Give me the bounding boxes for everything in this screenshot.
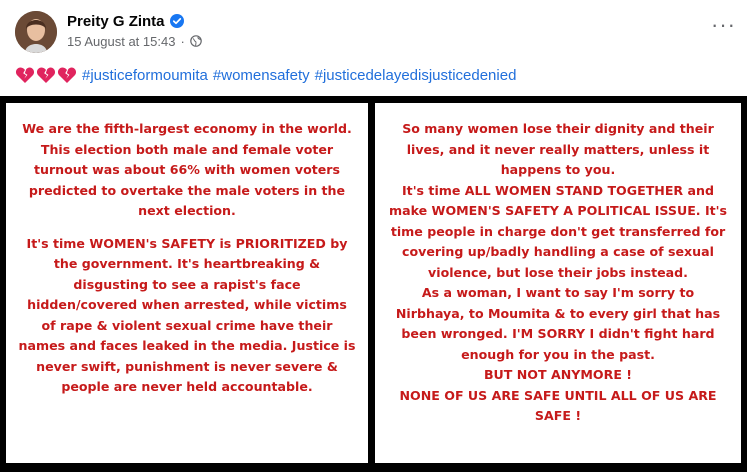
broken-heart-icon xyxy=(36,66,56,84)
post-meta: 15 August at 15:43 · xyxy=(67,33,202,49)
broken-heart-icon xyxy=(57,66,77,84)
post-image[interactable]: We are the fifth-largest economy in the … xyxy=(0,96,747,472)
right-paragraph-2: It's time ALL WOMEN STAND TOGETHER and m… xyxy=(388,182,728,280)
author-name[interactable]: Preity G Zinta xyxy=(67,13,165,30)
right-paragraph-5: NONE OF US ARE SAFE UNTIL ALL OF US ARE … xyxy=(399,387,717,424)
facebook-post: Preity G Zinta 15 August at 15:43 · ··· xyxy=(0,0,747,472)
meta-separator: · xyxy=(180,33,185,49)
post-header: Preity G Zinta 15 August at 15:43 · ··· xyxy=(15,8,735,54)
author-name-row: Preity G Zinta xyxy=(67,11,184,31)
hashtag-link[interactable]: #justiceformoumita xyxy=(82,67,208,84)
right-paragraph-3: As a woman, I want to say I'm sorry to N… xyxy=(395,285,721,362)
right-text-panel: So many women lose their dignity and the… xyxy=(375,103,741,463)
more-options-button[interactable]: ··· xyxy=(711,14,735,36)
post-caption: #justiceformoumita #womensafety #justice… xyxy=(15,62,521,88)
author-avatar[interactable] xyxy=(15,11,57,53)
right-paragraph-4: BUT NOT ANYMORE ! xyxy=(483,367,633,382)
left-text-panel: We are the fifth-largest economy in the … xyxy=(6,103,368,463)
post-timestamp[interactable]: 15 August at 15:43 xyxy=(67,34,175,49)
emoji-group xyxy=(15,66,78,84)
right-paragraph-1: So many women lose their dignity and the… xyxy=(402,121,714,177)
ellipsis-icon: ··· xyxy=(711,12,736,37)
left-paragraph-2: It's time WOMEN's SAFETY is PRIORITIZED … xyxy=(18,235,356,395)
verified-badge-icon xyxy=(169,14,184,28)
broken-heart-icon xyxy=(15,66,35,84)
hashtag-link[interactable]: #justicedelayedisjusticedenied xyxy=(315,67,517,84)
left-paragraph-1: We are the fifth-largest economy in the … xyxy=(22,121,352,218)
hashtag-link[interactable]: #womensafety xyxy=(213,67,310,84)
globe-icon[interactable] xyxy=(189,35,202,47)
